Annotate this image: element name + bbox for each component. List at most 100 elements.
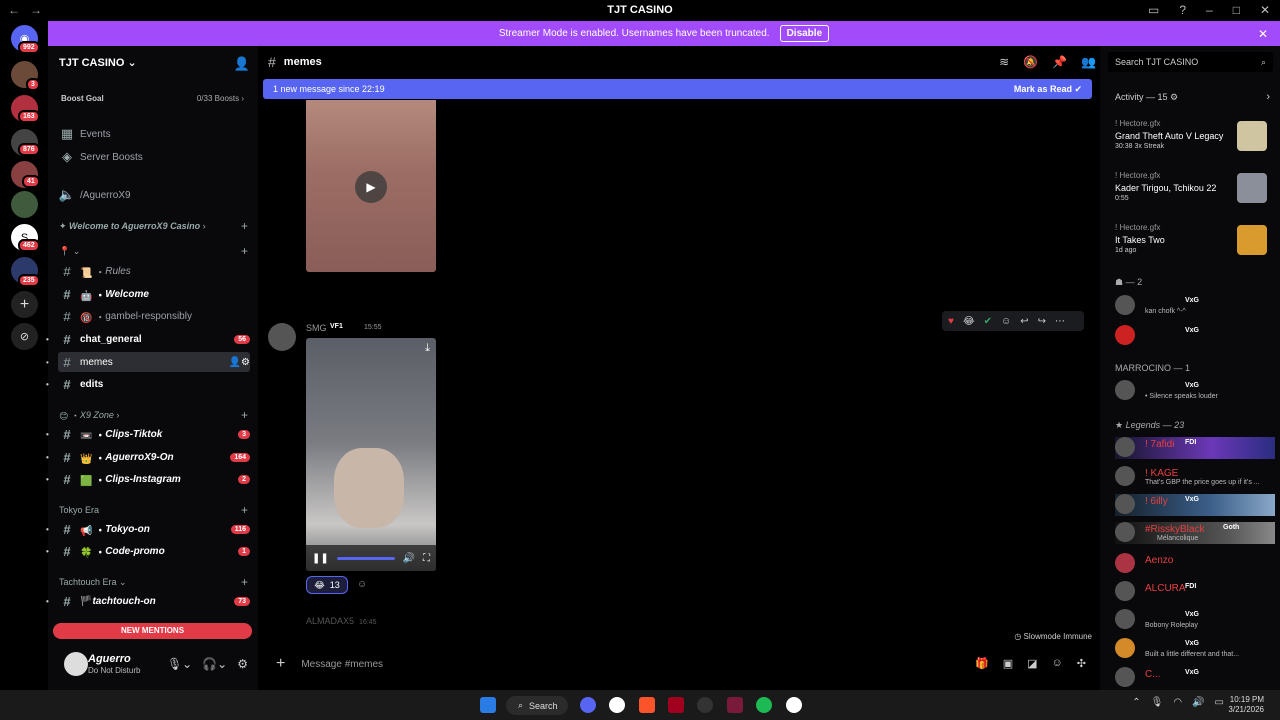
reply-icon[interactable]: ↩	[1020, 316, 1028, 327]
add-channel-icon[interactable]: +	[241, 219, 248, 233]
headphones-icon[interactable]: 🎧⌄	[202, 657, 227, 671]
add-channel-icon[interactable]: +	[241, 503, 248, 517]
apps-icon[interactable]: ✣	[1077, 657, 1086, 670]
pin-icon[interactable]: 📌	[1052, 55, 1067, 69]
volume-icon[interactable]: 🔊	[1192, 697, 1204, 708]
inbox-icon[interactable]: ▭	[1148, 3, 1159, 17]
capcut-icon[interactable]	[609, 697, 625, 713]
add-channel-icon[interactable]: +	[241, 575, 248, 589]
channel-clips-tiktok[interactable]: • # 📼 ・ Clips-Tiktok 3	[46, 424, 250, 444]
add-reaction-icon[interactable]: ☺	[1001, 316, 1011, 327]
laugh-reaction-icon[interactable]: 😂	[963, 316, 975, 327]
spotify-icon[interactable]	[756, 697, 772, 713]
member-item[interactable]: VxG Built a little different and that...	[1115, 638, 1275, 660]
forward-icon[interactable]: ↪	[1038, 316, 1046, 327]
activity-item[interactable]: ! Hectore.gfx Grand Theft Auto V Legacy …	[1115, 119, 1275, 159]
seek-bar[interactable]	[336, 556, 395, 560]
channel-tokyo-on[interactable]: • # 📢 ・ Tokyo-on 116	[46, 519, 250, 539]
member-list-icon[interactable]: 👥	[1081, 55, 1096, 69]
invite-people-icon[interactable]: 👤	[234, 56, 250, 72]
channel-edits[interactable]: • # edits	[46, 374, 250, 394]
wifi-icon[interactable]: ◠	[1173, 697, 1182, 708]
video-attachment[interactable]: ▶	[306, 100, 436, 272]
server-name[interactable]: TJT CASINO ⌄	[59, 56, 137, 69]
gift-icon[interactable]: 🎁	[975, 657, 989, 670]
message-author[interactable]: SMG	[306, 323, 327, 333]
fullscreen-icon[interactable]: ⛶	[423, 553, 430, 564]
discord-icon[interactable]	[580, 697, 596, 713]
acrobat-icon[interactable]	[668, 697, 684, 713]
capcut-icon[interactable]	[786, 697, 802, 713]
minimize-icon[interactable]: –	[1206, 3, 1213, 17]
channel-clips-instagram[interactable]: • # 🟩 ・ Clips-Instagram 2	[46, 469, 250, 489]
member-item[interactable]: VxG Bobony Roleplay	[1115, 609, 1275, 631]
add-channel-icon[interactable]: +	[241, 244, 248, 258]
play-icon[interactable]: ▶	[355, 171, 387, 203]
close-banner-icon[interactable]: ✕	[1258, 27, 1268, 41]
volume-icon[interactable]: 🔊	[403, 553, 415, 564]
channel-aguerrox9-on[interactable]: • # 👑 ・ AguerroX9-On 164	[46, 447, 250, 467]
new-messages-bar[interactable]: 1 new message since 22:19 Mark as Read ✔	[263, 79, 1092, 99]
channel-rules[interactable]: # 📜 ・ Rules	[58, 261, 250, 281]
download-icon[interactable]: ⤓	[425, 342, 430, 355]
member-item[interactable]: VxG kan chofk ^-^	[1115, 295, 1275, 317]
mark-as-read-button[interactable]: Mark as Read ✔	[1014, 84, 1082, 95]
attach-plus-icon[interactable]: +	[276, 655, 285, 673]
category-tachtouch-era[interactable]: Tachtouch Era ⌄ +	[59, 575, 248, 589]
member-item[interactable]: C... VxG	[1115, 667, 1275, 689]
username[interactable]: Aguerro	[88, 653, 131, 665]
settings-gear-icon[interactable]: ⚙	[237, 657, 248, 671]
add-server-icon[interactable]: +	[11, 291, 38, 318]
channel-welcome[interactable]: # 🤖 ・ Welcome	[58, 284, 250, 304]
add-reaction-icon[interactable]: ☺	[357, 579, 367, 590]
app-icon[interactable]	[727, 697, 743, 713]
message-input[interactable]: Message #memes	[301, 659, 383, 670]
member-item[interactable]: ! 7afidi FDI	[1115, 437, 1275, 459]
member-item[interactable]: ! KAGE That's GBP the price goes up if i…	[1115, 466, 1275, 488]
brave-icon[interactable]	[639, 697, 655, 713]
member-item[interactable]: ALCURA FDI	[1115, 581, 1275, 603]
microphone-icon[interactable]: 🎙⌄	[167, 657, 192, 671]
activity-item[interactable]: ! Hectore.gfx Kader Tirigou, Tchikou 22 …	[1115, 171, 1275, 211]
member-item[interactable]: VxG	[1115, 325, 1275, 347]
gif-icon[interactable]: ▣	[1003, 657, 1013, 670]
invite-icon[interactable]: 👤⚙	[229, 357, 250, 368]
maximize-icon[interactable]: □	[1233, 3, 1240, 17]
activity-item[interactable]: ! Hectore.gfx It Takes Two 1d ago	[1115, 223, 1275, 263]
windows-start-icon[interactable]	[480, 697, 496, 713]
channel-aguerro[interactable]: 🔈/AguerroX9	[58, 185, 250, 205]
channel-tachtouch-on[interactable]: • # 🏴 tachtouch-on 73	[46, 591, 250, 611]
clock[interactable]: 10:19 PM 3/21/2026	[1228, 695, 1264, 715]
sticker-icon[interactable]: ◪	[1027, 657, 1037, 670]
avatar[interactable]	[64, 652, 88, 676]
member-item[interactable]: VxG • Silence speaks louder	[1115, 380, 1275, 402]
category-unnamed[interactable]: 📍 ⌄ +	[59, 244, 248, 258]
more-icon[interactable]: ⋯	[1055, 316, 1065, 327]
member-item[interactable]: #RisskyBlack Goth Mélancolique	[1115, 522, 1275, 544]
video-attachment[interactable]: ⤓ ❚❚ 🔊 ⛶	[306, 338, 436, 571]
server-icon[interactable]	[11, 191, 38, 218]
reaction-pill[interactable]: 😂 13	[306, 576, 348, 594]
events-item[interactable]: ▦ Events	[58, 124, 250, 144]
member-item[interactable]: ! 6illy VxG	[1115, 494, 1275, 516]
channel-chat-general[interactable]: • # chat_general 56	[46, 329, 250, 349]
disable-button[interactable]: Disable	[779, 25, 830, 42]
category-welcome[interactable]: ✦ Welcome to AguerroX9 Casino › +	[59, 219, 248, 233]
category-tokyo-era[interactable]: Tokyo Era +	[59, 503, 248, 517]
category-x9-zone[interactable]: 😊 ・ X9 Zone › +	[59, 408, 248, 422]
chevron-right-icon[interactable]: ›	[1266, 91, 1270, 103]
add-channel-icon[interactable]: +	[241, 408, 248, 422]
channel-gambel[interactable]: # 🔞 ・ gambel-responsibly	[58, 306, 250, 326]
chevron-up-icon[interactable]: ⌃	[1132, 697, 1140, 708]
member-item[interactable]: Aenzo	[1115, 553, 1275, 575]
microphone-icon[interactable]: 🎙	[1151, 697, 1164, 708]
server-boosts-item[interactable]: ◈ Server Boosts	[58, 147, 250, 167]
help-icon[interactable]: ?	[1179, 3, 1186, 17]
search-input[interactable]: Search TJT CASINO ⌕	[1108, 52, 1273, 72]
heart-reaction-icon[interactable]: ♥	[948, 316, 954, 327]
pause-icon[interactable]: ❚❚	[312, 553, 329, 564]
avatar[interactable]	[268, 323, 296, 351]
channel-code-promo[interactable]: • # 🍀 ・ Code-promo 1	[46, 541, 250, 561]
threads-icon[interactable]: ≋	[999, 55, 1009, 69]
check-reaction-icon[interactable]: ✔	[984, 316, 992, 327]
